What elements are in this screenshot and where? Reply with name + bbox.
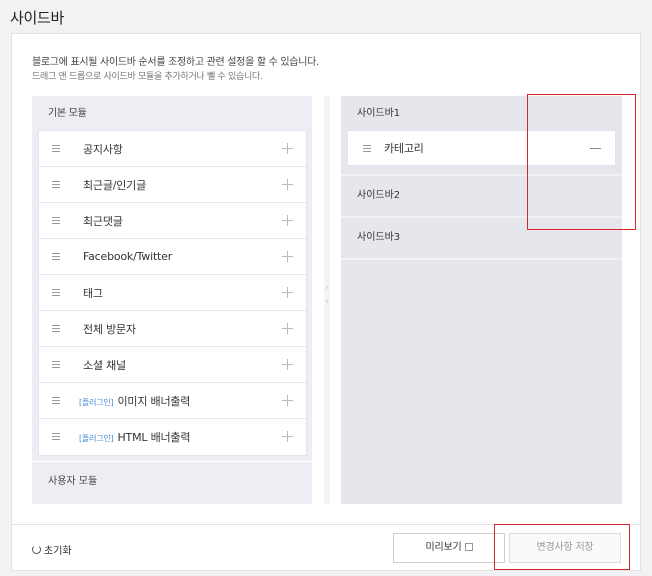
drag-handle-icon[interactable] <box>52 433 60 440</box>
basic-modules-header: 기본 모듈 <box>48 108 87 119</box>
module-tags[interactable]: 태그 <box>39 275 306 311</box>
module-label: 태그 <box>83 286 103 300</box>
page-hint: 드래그 앤 드롭으로 사이드바 모듈을 추가하거나 뺄 수 있습니다. <box>32 72 263 82</box>
drag-handle-icon[interactable] <box>363 145 371 152</box>
basic-module-list: 공지사항 최근글/인기글 최근댓글 Facebook/Twitter 태그 전체… <box>38 130 307 456</box>
drag-handle-icon[interactable] <box>52 397 60 404</box>
module-visitors[interactable]: 전체 방문자 <box>39 311 306 347</box>
module-facebook-twitter[interactable]: Facebook/Twitter <box>39 239 306 275</box>
drag-handle-icon[interactable] <box>52 217 60 224</box>
drag-handle-icon[interactable] <box>52 253 60 260</box>
drag-handle-icon[interactable] <box>52 145 60 152</box>
drag-handle-icon[interactable] <box>52 289 60 296</box>
module-label: 최근댓글 <box>83 214 123 228</box>
module-label: Facebook/Twitter <box>83 250 173 263</box>
sidebar-layout: 사이드바1 카테고리 사이드바2 사이드바3 <box>341 96 622 504</box>
module-label: 전체 방문자 <box>83 322 136 336</box>
module-image-banner[interactable]: [플러그인] 이미지 배너출력 <box>39 383 306 419</box>
module-label: 공지사항 <box>83 142 123 156</box>
add-module-icon[interactable] <box>282 395 293 406</box>
drag-handle-icon[interactable] <box>52 181 60 188</box>
chevron-left-icon: ‹ <box>325 297 329 307</box>
sidebar-settings-panel: 블로그에 표시될 사이드바 순서를 조정하고 관련 설정을 할 수 있습니다. … <box>11 33 641 571</box>
page-title: 사이드바 <box>10 9 65 27</box>
add-module-icon[interactable] <box>282 251 293 262</box>
sidebar-2-header: 사이드바2 <box>357 190 401 201</box>
add-module-icon[interactable] <box>282 323 293 334</box>
sidebar-1: 사이드바1 카테고리 <box>341 96 622 176</box>
sidebar-module-category[interactable]: 카테고리 <box>347 130 616 166</box>
module-html-banner[interactable]: [플러그인] HTML 배너출력 <box>39 419 306 455</box>
add-module-icon[interactable] <box>282 143 293 154</box>
drag-handle-icon[interactable] <box>52 361 60 368</box>
drag-handle-icon[interactable] <box>52 325 60 332</box>
chevron-right-icon: › <box>325 283 329 293</box>
footer-divider <box>12 524 640 525</box>
preview-button[interactable]: 미리보기 <box>393 533 505 563</box>
module-label: [플러그인] HTML 배너출력 <box>79 431 191 444</box>
module-notice[interactable]: 공지사항 <box>39 131 306 167</box>
add-module-icon[interactable] <box>282 215 293 226</box>
sidebar-3: 사이드바3 <box>341 218 622 260</box>
module-label: 최근글/인기글 <box>83 178 147 192</box>
user-modules-header[interactable]: 사용자 모듈 <box>32 461 312 504</box>
module-label: [플러그인] 이미지 배너출력 <box>79 394 191 408</box>
reset-label: 초기화 <box>44 546 72 557</box>
reset-button[interactable]: 초기화 <box>32 542 72 557</box>
save-label: 변경사항 저장 <box>536 542 594 553</box>
module-library: 기본 모듈 공지사항 최근글/인기글 최근댓글 Facebook/Twitter <box>32 96 312 504</box>
module-label: 카테고리 <box>384 142 424 155</box>
remove-module-icon[interactable] <box>590 148 601 149</box>
module-recent-comments[interactable]: 최근댓글 <box>39 203 306 239</box>
module-recent-popular[interactable]: 최근글/인기글 <box>39 167 306 203</box>
add-module-icon[interactable] <box>282 179 293 190</box>
module-social-channel[interactable]: 소셜 채널 <box>39 347 306 383</box>
refresh-icon <box>32 545 41 554</box>
sidebar-3-header: 사이드바3 <box>357 232 401 243</box>
add-module-icon[interactable] <box>282 359 293 370</box>
sidebar-2: 사이드바2 <box>341 176 622 218</box>
add-module-icon[interactable] <box>282 287 293 298</box>
add-module-icon[interactable] <box>282 431 293 442</box>
page-description: 블로그에 표시될 사이드바 순서를 조정하고 관련 설정을 할 수 있습니다. <box>32 57 319 68</box>
preview-label: 미리보기 <box>425 542 462 553</box>
module-label: 소셜 채널 <box>83 358 126 372</box>
sidebar-1-header: 사이드바1 <box>357 108 401 119</box>
save-changes-button[interactable]: 변경사항 저장 <box>509 533 621 563</box>
external-link-icon <box>464 543 473 551</box>
